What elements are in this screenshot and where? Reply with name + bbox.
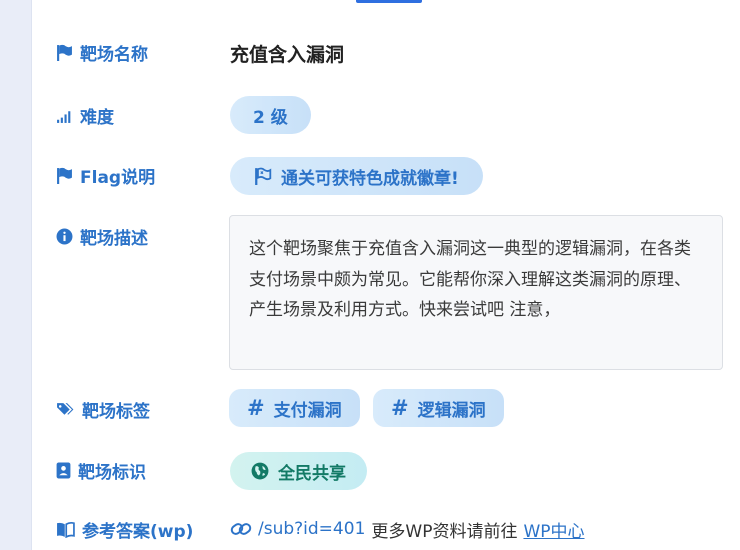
label-identity-text: 靶场标识 [78,462,146,483]
wp-center-link[interactable]: WP中心 [523,517,584,542]
identity-badge: 全民共享 [230,452,367,490]
label-target-name: 靶场名称 [56,40,148,65]
globe-icon [251,462,269,480]
difficulty-value: 2 级 [253,107,288,128]
label-description: 靶场描述 [56,224,148,249]
label-difficulty: 难度 [56,103,114,128]
identity-value: 全民共享 [278,463,346,484]
label-tags: 靶场标签 [56,397,150,422]
label-answer-text: 参考答案(wp) [82,521,194,542]
flag-badge: 通关可获特色成就徽章! [230,157,483,195]
tag-logic-label: 逻辑漏洞 [417,400,486,421]
answer-row: /sub?id=401 更多WP资料请前往 WP中心 [230,516,585,542]
difficulty-badge: 2 级 [230,96,311,134]
tag-badge-payment[interactable]: # 支付漏洞 [229,389,360,427]
hashtag-icon: # [391,396,409,420]
link-icon [230,523,252,535]
id-badge-icon [56,462,71,478]
tag-badge-logic[interactable]: # 逻辑漏洞 [373,389,504,427]
description-box: 这个靶场聚焦于充值含入漏洞这一典型的逻辑漏洞，在各类支付场景中颇为常见。它能帮你… [229,215,723,370]
flag-icon [57,167,72,184]
flag-icon [57,44,72,61]
label-identity: 靶场标识 [56,458,146,483]
left-sidebar-edge [0,0,32,550]
label-answer: 参考答案(wp) [56,517,194,542]
flag-outline-icon [255,167,272,185]
flag-description-value: 通关可获特色成就徽章! [281,168,459,189]
label-flag: Flag说明 [56,163,156,188]
hashtag-icon: # [247,396,265,420]
label-flag-text: Flag说明 [80,167,156,188]
signal-bars-icon [57,110,71,123]
label-tags-text: 靶场标签 [82,401,150,422]
tag-payment-label: 支付漏洞 [273,400,342,421]
tags-icon [57,402,74,415]
book-open-icon [57,521,75,538]
info-circle-icon [56,228,73,244]
label-description-text: 靶场描述 [80,228,148,249]
active-tab-indicator [356,0,422,3]
target-name-value: 充值含入漏洞 [230,44,345,66]
answer-more-text: 更多WP资料请前往 [371,521,518,542]
label-difficulty-text: 难度 [80,107,114,128]
answer-link[interactable]: /sub?id=401 [258,519,365,539]
description-text: 这个靶场聚焦于充值含入漏洞这一典型的逻辑漏洞，在各类支付场景中颇为常见。它能帮你… [249,239,691,320]
label-target-name-text: 靶场名称 [80,44,148,65]
